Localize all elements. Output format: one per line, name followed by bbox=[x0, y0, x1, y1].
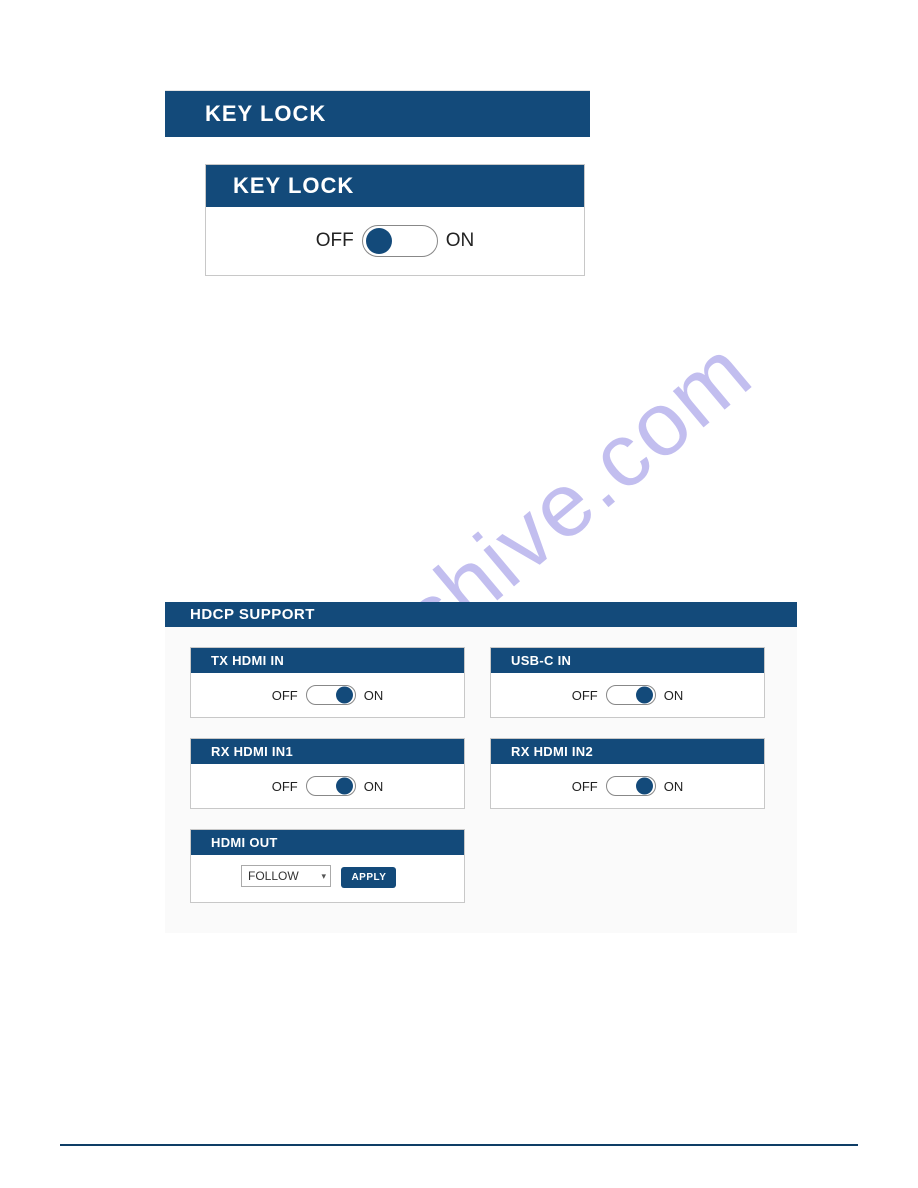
card-hdmi-out: HDMI OUT FOLLOW ▾ APPLY bbox=[190, 829, 465, 903]
card-rx-hdmi-in1-title: RX HDMI IN1 bbox=[191, 739, 464, 764]
chevron-down-icon: ▾ bbox=[321, 871, 326, 882]
toggle-track[interactable] bbox=[362, 225, 438, 257]
toggle-off-label: OFF bbox=[316, 230, 354, 252]
toggle-rx-hdmi-in2[interactable]: OFF ON bbox=[572, 776, 684, 796]
footer-divider bbox=[60, 1144, 858, 1146]
toggle-usb-c-in[interactable]: OFF ON bbox=[572, 685, 684, 705]
card-rx-hdmi-in1: RX HDMI IN1 OFF ON bbox=[190, 738, 465, 809]
section-hdcp-title: HDCP SUPPORT bbox=[165, 602, 797, 627]
card-key-lock: KEY LOCK OFF ON bbox=[205, 164, 585, 276]
toggle-on-label: ON bbox=[364, 688, 384, 703]
toggle-knob bbox=[636, 687, 653, 704]
toggle-track[interactable] bbox=[306, 776, 356, 796]
select-hdmi-out-value: FOLLOW bbox=[248, 869, 299, 883]
card-key-lock-title: KEY LOCK bbox=[206, 165, 584, 207]
toggle-off-label: OFF bbox=[272, 779, 298, 794]
card-rx-hdmi-in2: RX HDMI IN2 OFF ON bbox=[490, 738, 765, 809]
toggle-knob bbox=[336, 687, 353, 704]
card-usb-c-in: USB-C IN OFF ON bbox=[490, 647, 765, 718]
toggle-tx-hdmi-in[interactable]: OFF ON bbox=[272, 685, 384, 705]
card-tx-hdmi-in-title: TX HDMI IN bbox=[191, 648, 464, 673]
select-hdmi-out[interactable]: FOLLOW ▾ bbox=[241, 865, 331, 887]
toggle-track[interactable] bbox=[606, 776, 656, 796]
toggle-rx-hdmi-in1[interactable]: OFF ON bbox=[272, 776, 384, 796]
toggle-key-lock[interactable]: OFF ON bbox=[316, 225, 475, 257]
toggle-off-label: OFF bbox=[572, 688, 598, 703]
card-hdmi-out-title: HDMI OUT bbox=[191, 830, 464, 855]
toggle-off-label: OFF bbox=[272, 688, 298, 703]
card-tx-hdmi-in: TX HDMI IN OFF ON bbox=[190, 647, 465, 718]
card-usb-c-in-title: USB-C IN bbox=[491, 648, 764, 673]
toggle-knob bbox=[636, 778, 653, 795]
card-rx-hdmi-in2-title: RX HDMI IN2 bbox=[491, 739, 764, 764]
section-hdcp-support: HDCP SUPPORT TX HDMI IN OFF ON USB-C IN bbox=[165, 602, 797, 933]
toggle-on-label: ON bbox=[664, 779, 684, 794]
toggle-track[interactable] bbox=[606, 685, 656, 705]
toggle-track[interactable] bbox=[306, 685, 356, 705]
section-key-lock: KEY LOCK KEY LOCK OFF ON bbox=[165, 90, 590, 276]
section-key-lock-title: KEY LOCK bbox=[165, 91, 590, 137]
toggle-off-label: OFF bbox=[572, 779, 598, 794]
toggle-on-label: ON bbox=[446, 230, 475, 252]
toggle-knob bbox=[366, 228, 392, 254]
toggle-on-label: ON bbox=[364, 779, 384, 794]
toggle-knob bbox=[336, 778, 353, 795]
apply-button[interactable]: APPLY bbox=[341, 867, 396, 888]
toggle-on-label: ON bbox=[664, 688, 684, 703]
